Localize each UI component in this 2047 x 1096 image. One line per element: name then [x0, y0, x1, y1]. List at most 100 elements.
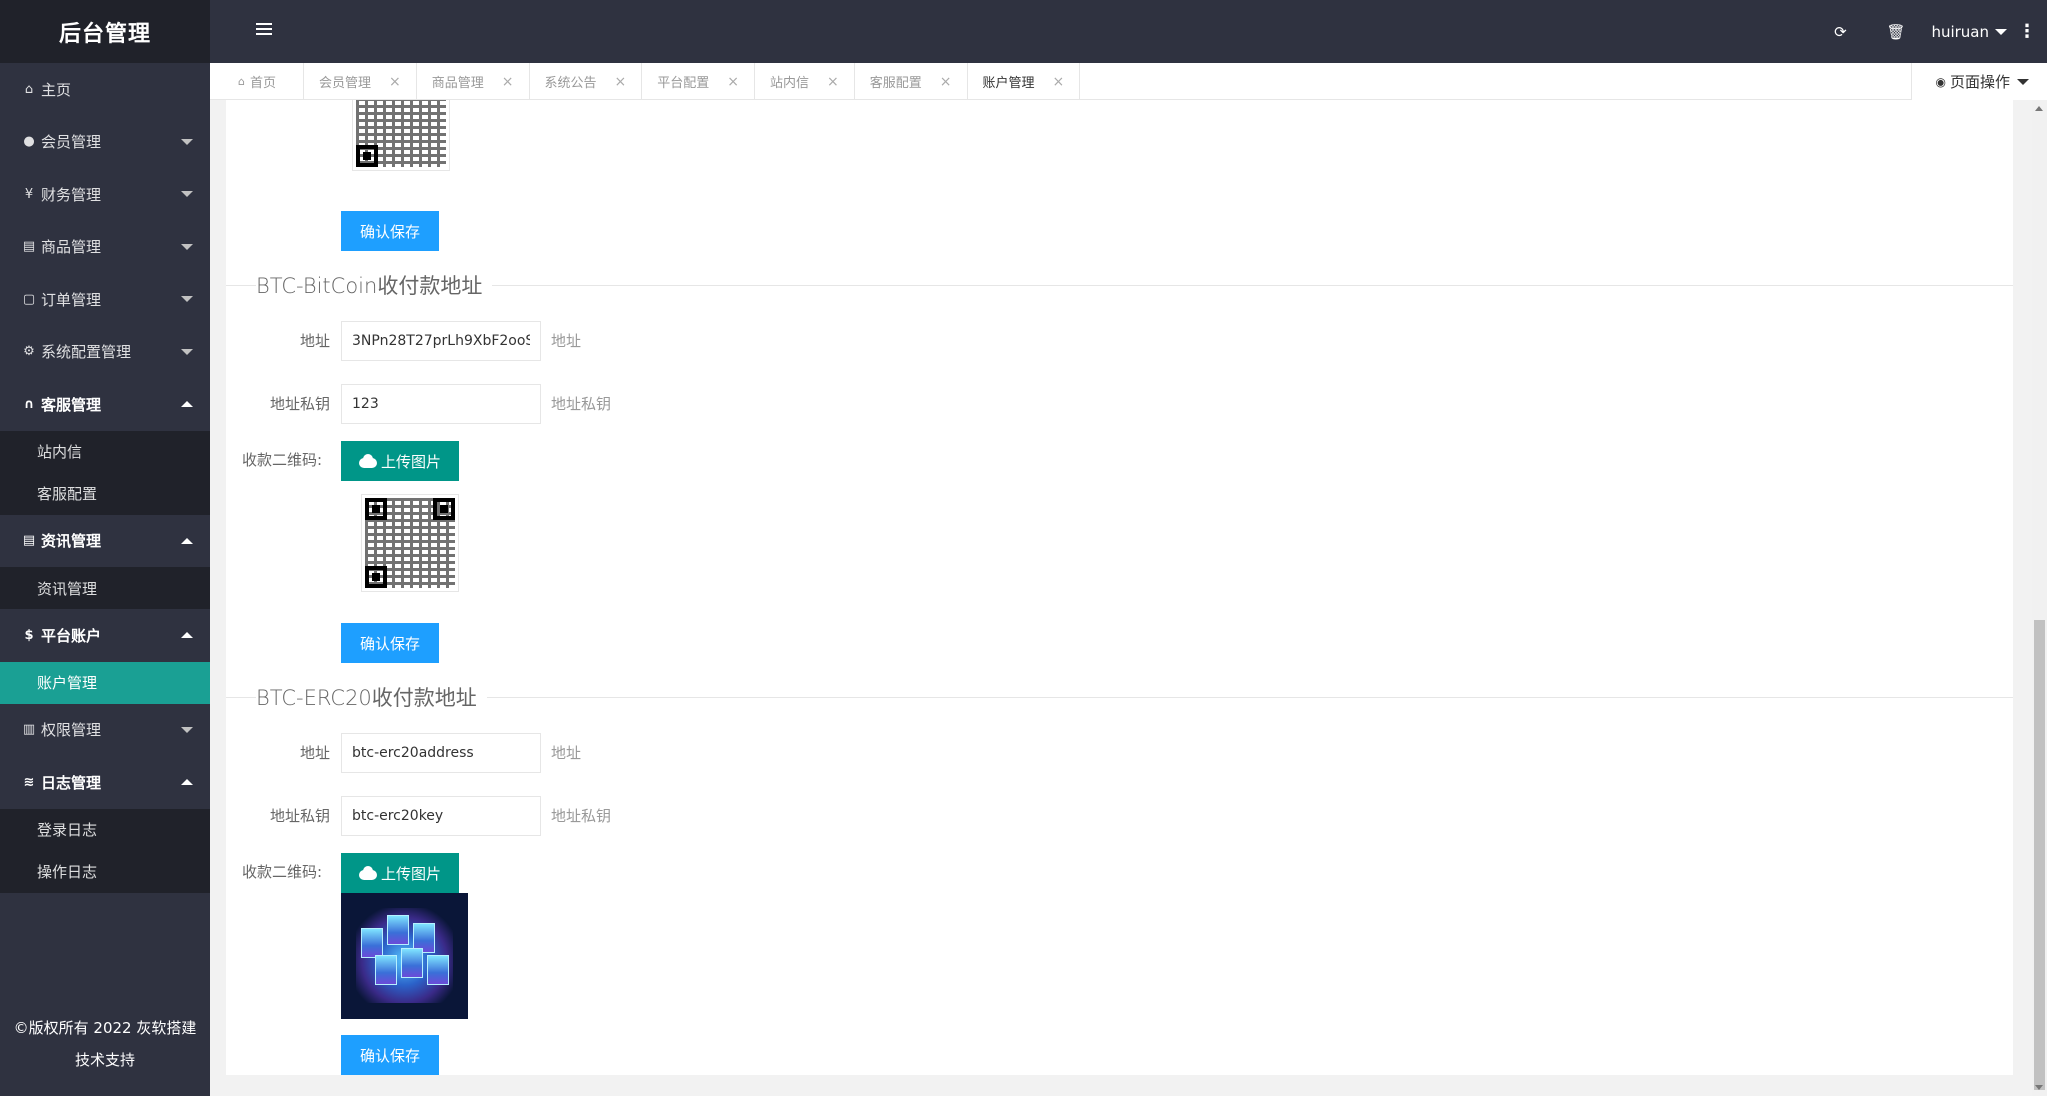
submenu-news: 资讯管理	[0, 567, 210, 609]
qr-code-label: 收款二维码:	[241, 451, 322, 469]
upload-image-button[interactable]: 上传图片	[341, 853, 460, 893]
home-icon: ⌂	[24, 81, 34, 97]
tab-home[interactable]: ⌂ 首页	[210, 63, 304, 100]
page-operations-dropdown[interactable]: ◉ 页面操作	[1910, 63, 2047, 100]
section-title-btc-bitcoin: BTC-BitCoin收付款地址	[256, 270, 493, 300]
target-icon: ◉	[1935, 74, 1946, 89]
username: huiruan	[1931, 22, 1989, 41]
save-button[interactable]: 确认保存	[341, 211, 440, 251]
sidebar-item-system-config[interactable]: ⚙ 系统配置管理	[0, 326, 210, 379]
sidebar-item-label: 主页	[41, 80, 72, 99]
address-label: 地址	[299, 332, 330, 350]
chevron-up-icon	[181, 632, 193, 639]
sidebar-subitem-news-manage[interactable]: 资讯管理	[0, 567, 210, 609]
document-icon: ▤	[22, 239, 36, 255]
tab-members[interactable]: 会员管理 ×	[304, 63, 417, 100]
chevron-down-icon	[181, 243, 193, 250]
copyright-text: ©版权所有 2022 灰软搭建	[13, 1019, 197, 1037]
scroll-down-icon[interactable]	[2035, 1085, 2043, 1090]
tab-platform-config[interactable]: 平台配置 ×	[642, 63, 755, 100]
sidebar-subitem-operation-log[interactable]: 操作日志	[0, 851, 210, 893]
qr-code-label: 收款二维码:	[241, 863, 322, 881]
section-divider	[226, 285, 2013, 286]
layers-icon: ≋	[23, 774, 35, 790]
chevron-down-icon	[181, 726, 193, 733]
close-icon[interactable]: ×	[940, 74, 952, 90]
btc-address-input[interactable]	[341, 321, 541, 361]
sidebar-item-customer-service[interactable]: ∩ 客服管理	[0, 378, 210, 431]
chevron-down-icon	[181, 348, 193, 355]
sidebar-item-logs[interactable]: ≋ 日志管理	[0, 756, 210, 809]
sidebar-item-label: 客服管理	[41, 395, 102, 414]
sidebar-item-finance[interactable]: ¥ 财务管理	[0, 168, 210, 221]
scroll-up-icon[interactable]	[2035, 106, 2043, 111]
cloud-upload-icon	[359, 454, 377, 468]
menu-toggle-icon[interactable]	[256, 23, 272, 37]
close-icon[interactable]: ×	[1053, 74, 1065, 90]
close-icon[interactable]: ×	[727, 74, 739, 90]
sidebar-footer: ©版权所有 2022 灰软搭建 技术支持	[0, 1012, 210, 1076]
close-icon[interactable]: ×	[502, 74, 514, 90]
btc-private-key-input[interactable]	[341, 384, 541, 424]
sidebar-item-members[interactable]: ● 会员管理	[0, 116, 210, 169]
close-icon[interactable]: ×	[827, 74, 839, 90]
sidebar-item-label: 日志管理	[41, 773, 102, 792]
sidebar-item-label: 订单管理	[41, 290, 102, 309]
clipboard-icon: ▢	[22, 291, 36, 307]
headset-icon: ∩	[23, 396, 35, 412]
scrollbar-thumb[interactable]	[2034, 620, 2045, 1090]
save-button[interactable]: 确认保存	[341, 1035, 440, 1075]
cloud-upload-icon	[359, 866, 377, 880]
chevron-down-icon	[181, 191, 193, 198]
tab-account-manage[interactable]: 账户管理 ×	[968, 63, 1081, 100]
trash-icon[interactable]: 🗑	[1886, 24, 1905, 40]
more-vertical-icon[interactable]: ⋮	[2007, 21, 2047, 42]
refresh-icon[interactable]: ⟳	[1832, 24, 1848, 40]
chevron-down-icon	[181, 138, 193, 145]
sidebar-subitem-login-log[interactable]: 登录日志	[0, 809, 210, 851]
sidebar-item-platform-account[interactable]: $ 平台账户	[0, 609, 210, 662]
chevron-up-icon	[181, 401, 193, 408]
yen-icon: ¥	[24, 186, 34, 202]
sidebar-item-label: 会员管理	[41, 133, 102, 152]
sidebar-subitem-inbox[interactable]: 站内信	[0, 431, 210, 473]
section-title-btc-erc20: BTC-ERC20收付款地址	[256, 682, 487, 712]
dollar-icon: $	[24, 627, 34, 643]
sidebar-item-label: 财务管理	[41, 185, 102, 204]
private-key-label: 地址私钥	[269, 395, 330, 413]
section-divider	[226, 697, 2013, 698]
tab-inbox[interactable]: 站内信 ×	[755, 63, 855, 100]
submenu-logs: 登录日志 操作日志	[0, 808, 210, 893]
user-menu[interactable]: huiruan	[1931, 23, 2007, 41]
close-icon[interactable]: ×	[389, 74, 401, 90]
vertical-scrollbar[interactable]	[2032, 100, 2047, 1096]
tab-announcements[interactable]: 系统公告 ×	[530, 63, 643, 100]
sidebar-item-products[interactable]: ▤ 商品管理	[0, 221, 210, 274]
chevron-up-icon	[181, 779, 193, 786]
sidebar-item-label: 资讯管理	[41, 532, 102, 551]
top-header: ⟳ 🗑 huiruan ⋮	[210, 0, 2047, 63]
user-icon: ●	[23, 134, 35, 150]
tab-products[interactable]: 商品管理 ×	[417, 63, 530, 100]
sidebar-item-news[interactable]: ▤ 资讯管理	[0, 515, 210, 568]
private-key-label: 地址私钥	[269, 807, 330, 825]
sidebar-subitem-service-config[interactable]: 客服配置	[0, 473, 210, 515]
sidebar-subitem-account-manage[interactable]: 账户管理	[0, 661, 210, 704]
address-label: 地址	[299, 744, 330, 762]
save-button[interactable]: 确认保存	[341, 623, 440, 663]
qr-code-image	[352, 100, 450, 171]
chevron-down-icon	[2017, 78, 2029, 85]
sidebar-item-home[interactable]: ⌂ 主页	[0, 63, 210, 116]
tab-bar: ⌂ 首页 会员管理 × 商品管理 × 系统公告 × 平台配置 × 站内信 × 客服配置 × …	[210, 63, 2047, 100]
submenu-platform-account: 账户管理	[0, 661, 210, 704]
upload-image-button[interactable]: 上传图片	[341, 441, 460, 481]
erc20-private-key-input[interactable]	[341, 796, 541, 836]
tab-service-config[interactable]: 客服配置 ×	[855, 63, 968, 100]
submenu-customer-service: 站内信 客服配置	[0, 430, 210, 515]
chevron-down-icon	[181, 296, 193, 303]
sidebar-item-orders[interactable]: ▢ 订单管理	[0, 273, 210, 326]
sidebar-item-permissions[interactable]: ▥ 权限管理	[0, 704, 210, 757]
chevron-up-icon	[181, 537, 193, 544]
close-icon[interactable]: ×	[615, 74, 627, 90]
erc20-address-input[interactable]	[341, 733, 541, 773]
